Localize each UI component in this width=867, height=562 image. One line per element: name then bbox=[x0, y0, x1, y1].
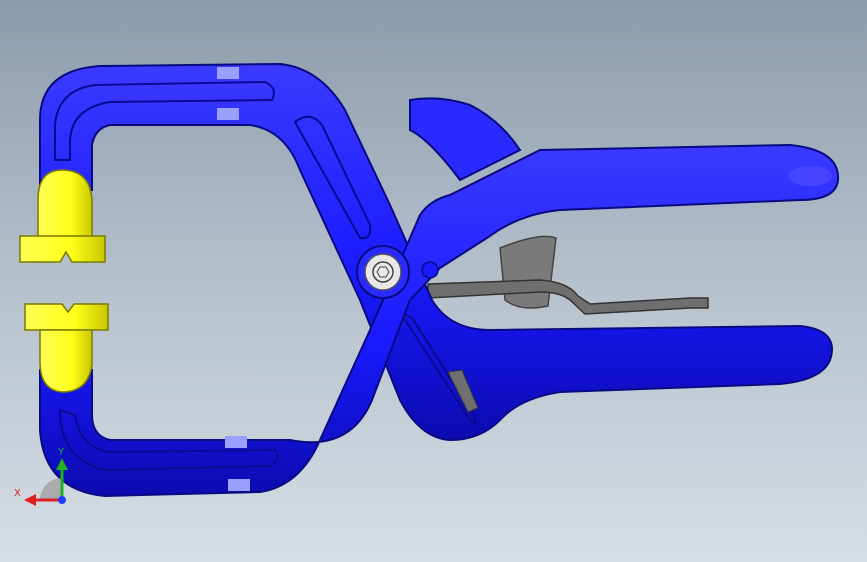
cad-viewport[interactable]: Y X bbox=[0, 0, 867, 562]
x-axis-arrowhead bbox=[24, 494, 36, 506]
x-axis-label: X bbox=[14, 488, 21, 499]
clamp-model[interactable]: Y X bbox=[0, 0, 867, 562]
lower-clamp-pad bbox=[24, 303, 109, 393]
z-axis-dot bbox=[58, 496, 66, 504]
y-axis-label: Y bbox=[57, 447, 65, 458]
triad-plane-indicator bbox=[40, 478, 62, 500]
